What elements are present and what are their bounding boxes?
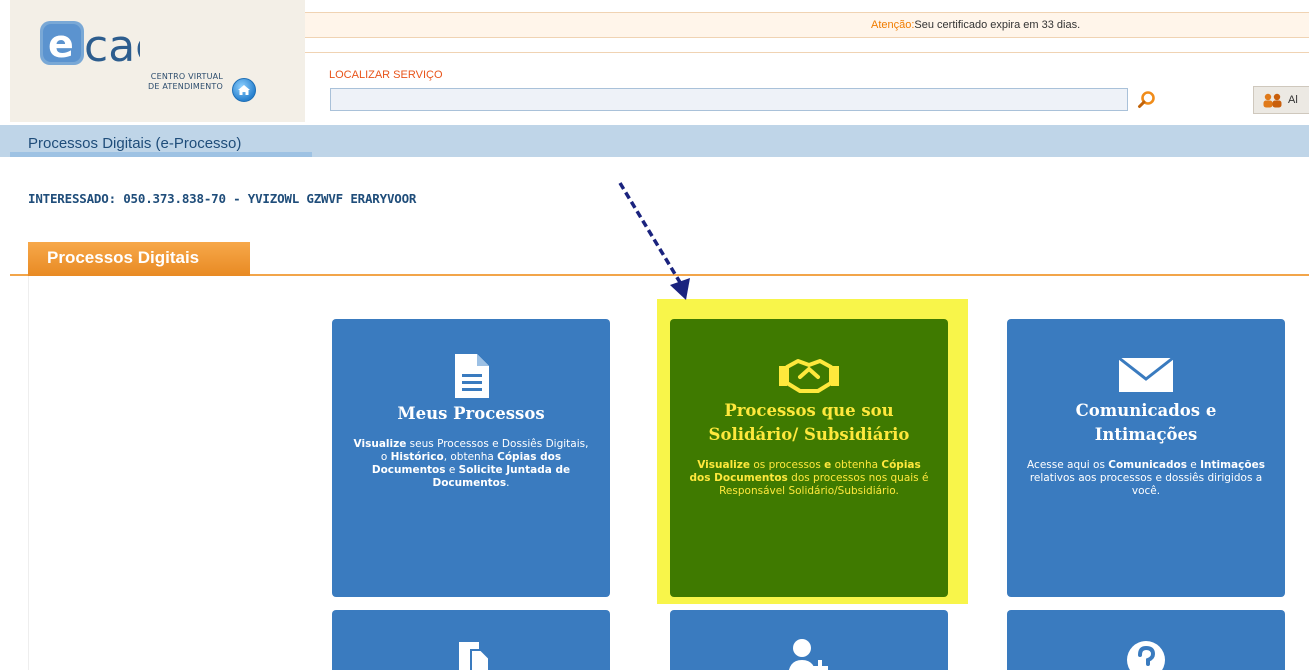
svg-text:e: e bbox=[48, 22, 74, 66]
tile-bottom-right[interactable] bbox=[1007, 610, 1285, 670]
desc-text: relativos aos processos e dossiês dirigi… bbox=[1029, 472, 1263, 497]
desc-text: e bbox=[445, 464, 459, 476]
home-button[interactable] bbox=[232, 78, 256, 102]
page-header: e cac CENTRO VIRTUAL DE ATENDIMENTO Aten… bbox=[0, 0, 1309, 125]
tile-bottom-left[interactable] bbox=[332, 610, 610, 670]
tile-description: Acesse aqui os Comunicados e Intimações … bbox=[1007, 459, 1285, 498]
logo-area: e cac CENTRO VIRTUAL DE ATENDIMENTO bbox=[10, 0, 305, 122]
documents-icon bbox=[459, 642, 490, 670]
document-icon bbox=[455, 354, 489, 398]
desc-text: Acesse aqui os bbox=[1027, 459, 1109, 471]
desc-bold: Visualize bbox=[697, 459, 751, 471]
tile-icon-wrap bbox=[670, 638, 948, 670]
search-icon[interactable] bbox=[1137, 90, 1157, 110]
desc-bold: Intimações bbox=[1200, 459, 1265, 471]
tile-title-line1: Processos que sou bbox=[724, 401, 894, 420]
logo-subtitle-line2: DE ATENDIMENTO bbox=[148, 82, 223, 91]
desc-text: obtenha bbox=[831, 459, 882, 471]
desc-text: os processos bbox=[750, 459, 825, 471]
tile-title-line2: Intimações bbox=[1094, 425, 1198, 444]
tile-meus-processos[interactable]: Meus Processos Visualize seus Processos … bbox=[332, 319, 610, 597]
interested-info: INTERESSADO: 050.373.838-70 - YVIZOWL GZ… bbox=[28, 191, 417, 206]
handshake-icon bbox=[779, 359, 839, 393]
tile-processos-solidario[interactable]: Processos que sou Solidário/ Subsidiário… bbox=[670, 319, 948, 597]
tile-title-line2: Solidário/ Subsidiário bbox=[708, 425, 910, 444]
breadcrumb[interactable]: Processos Digitais (e-Processo) bbox=[10, 125, 312, 157]
tile-description: Visualize seus Processos e Dossiês Digit… bbox=[332, 438, 610, 490]
warning-text: Seu certificado expira em 33 dias. bbox=[914, 19, 1081, 31]
side-button[interactable]: Al bbox=[1253, 86, 1309, 114]
tile-title-line1: Comunicados e bbox=[1075, 401, 1217, 420]
section-title: Processos Digitais bbox=[28, 242, 250, 276]
side-button-label: Al bbox=[1288, 94, 1298, 106]
tile-bottom-middle[interactable] bbox=[670, 610, 948, 670]
ecac-logo[interactable]: e cac bbox=[40, 17, 140, 82]
desc-text: . bbox=[506, 477, 510, 489]
logo-text: cac bbox=[84, 21, 140, 72]
tile-icon-wrap bbox=[332, 352, 610, 400]
add-user-icon bbox=[788, 639, 828, 670]
envelope-icon bbox=[1118, 357, 1174, 392]
tile-description: Visualize os processos e obtenha Cópias … bbox=[670, 459, 948, 498]
help-icon bbox=[1127, 641, 1165, 670]
people-icon bbox=[1263, 93, 1282, 108]
desc-bold: Histórico bbox=[390, 451, 444, 463]
desc-text: , obtenha bbox=[443, 451, 498, 463]
desc-bold: Comunicados bbox=[1108, 459, 1187, 471]
tile-icon-wrap bbox=[670, 357, 948, 393]
desc-bold: Visualize bbox=[353, 438, 407, 450]
desc-text: e bbox=[1186, 459, 1201, 471]
tile-comunicados-intimacoes[interactable]: Comunicados e Intimações Acesse aqui os … bbox=[1007, 319, 1285, 597]
tile-icon-wrap bbox=[1007, 640, 1285, 670]
home-icon bbox=[238, 85, 250, 95]
tile-title: Meus Processos bbox=[397, 404, 545, 423]
search-panel: LOCALIZAR SERVIÇO Al bbox=[305, 52, 1309, 124]
tile-icon-wrap bbox=[1007, 357, 1285, 393]
logo-subtitle-line1: CENTRO VIRTUAL bbox=[150, 72, 223, 81]
tile-title: Processos que sou Solidário/ Subsidiário bbox=[670, 399, 948, 447]
warning-label: Atenção: bbox=[871, 19, 915, 31]
search-input[interactable] bbox=[330, 88, 1128, 111]
logo-subtitle: CENTRO VIRTUAL DE ATENDIMENTO bbox=[143, 72, 223, 92]
search-label: LOCALIZAR SERVIÇO bbox=[329, 69, 443, 81]
breadcrumb-bar: Processos Digitais (e-Processo) bbox=[0, 125, 1309, 157]
tile-icon-wrap bbox=[332, 638, 610, 670]
certificate-warning: Atenção:Seu certificado expira em 33 dia… bbox=[305, 12, 1309, 38]
tile-title: Comunicados e Intimações bbox=[1007, 399, 1285, 447]
